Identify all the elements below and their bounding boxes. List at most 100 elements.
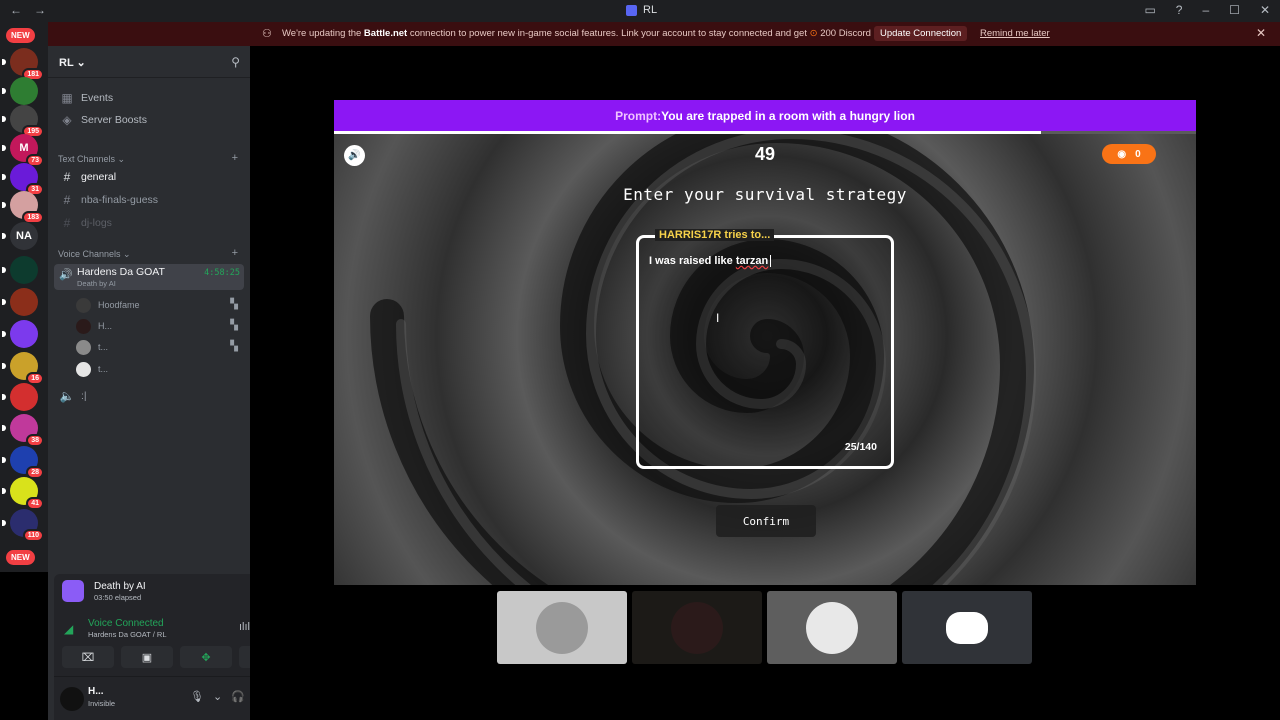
forward-icon[interactable]: →: [34, 3, 46, 17]
voice-user[interactable]: t... ▚: [76, 338, 244, 356]
server-icon[interactable]: 31: [2, 163, 44, 196]
speaker-icon: 🔊: [59, 269, 73, 281]
server-icon[interactable]: 181: [2, 48, 44, 81]
inbox-icon[interactable]: ▭: [1144, 3, 1155, 17]
strategy-heading: Enter your survival strategy: [623, 185, 907, 204]
eye-icon: ◉: [1117, 148, 1127, 160]
voice-connected-location[interactable]: Hardens Da GOAT / RL: [88, 630, 167, 639]
close-button[interactable]: ✕: [1260, 3, 1270, 17]
boost-icon: ◈: [62, 113, 72, 127]
signal-icon[interactable]: ◢: [64, 622, 73, 636]
new-badge: NEW: [6, 28, 35, 43]
update-connection-button[interactable]: Update Connection: [874, 26, 968, 41]
unread-indicator: [2, 267, 6, 273]
channel-sidebar: RL ⌄ ⚲ ▦ Events ◈ Server Boosts Text Cha…: [48, 46, 292, 720]
server-icon[interactable]: NA: [2, 222, 38, 250]
server-icon[interactable]: [2, 383, 38, 411]
minimize-button[interactable]: –: [1202, 3, 1209, 17]
remind-me-later-link[interactable]: Remind me later: [980, 28, 1050, 39]
voice-channel-timer: 4:58:25: [204, 268, 240, 278]
participant-tile[interactable]: [902, 591, 1032, 664]
channel-label: nba-finals-guess: [81, 194, 159, 206]
nav-buttons: ← →: [10, 3, 46, 17]
sidebar-item-server-boosts[interactable]: ◈ Server Boosts: [54, 110, 244, 130]
help-icon[interactable]: ?: [1176, 3, 1183, 17]
activity-icon: ▚: [230, 320, 238, 331]
camera-button[interactable]: ⌧: [62, 646, 114, 668]
unread-indicator: [2, 145, 6, 151]
server-icon[interactable]: 195: [2, 105, 44, 138]
invite-icon[interactable]: ⚲: [231, 55, 240, 69]
maximize-button[interactable]: ☐: [1229, 3, 1240, 17]
headphones-icon[interactable]: 🎧: [231, 690, 245, 703]
server-list: NEW NEW 181 195 M 73 31 183 NA 16 38 28 41 110: [0, 22, 48, 572]
server-icon[interactable]: 16: [2, 352, 44, 385]
voice-channel-name: Hardens Da GOAT: [77, 266, 165, 278]
text-cursor-icon: I: [716, 311, 720, 325]
voice-user[interactable]: Hoodfame ▚: [76, 296, 244, 314]
channel-dj-logs[interactable]: # dj-logs: [54, 213, 244, 233]
mention-badge: 110: [22, 529, 44, 542]
avatar: [671, 601, 723, 654]
voice-channel-hardens-da-goat[interactable]: 🔊 Hardens Da GOAT Death by AI 4:58:25: [54, 264, 244, 290]
guild-header[interactable]: RL ⌄ ⚲: [48, 46, 250, 78]
server-icon[interactable]: 38: [2, 414, 44, 447]
strategy-input[interactable]: HARRIS17R tries to... I was raised like …: [636, 229, 894, 469]
round-progress-bar: [334, 131, 1196, 134]
server-icon[interactable]: 41: [2, 477, 44, 510]
participant-tile[interactable]: [767, 591, 897, 664]
server-icon[interactable]: 183: [2, 191, 44, 224]
participant-tile[interactable]: [497, 591, 627, 664]
confirm-button[interactable]: Confirm: [716, 505, 816, 537]
sidebar-item-events[interactable]: ▦ Events: [54, 88, 244, 108]
server-icon[interactable]: [2, 256, 38, 284]
channel-label: :|: [81, 390, 87, 402]
voice-channel-extra[interactable]: 🔈 :|: [54, 386, 244, 406]
avatar: [536, 601, 588, 654]
user-avatar[interactable]: [60, 687, 84, 711]
activities-button[interactable]: ✥: [180, 646, 232, 668]
sidebar-item-label: Server Boosts: [81, 114, 147, 126]
window-controls: ▭ ? – ☐ ✕: [1144, 3, 1270, 17]
speaker-icon: 🔈: [59, 389, 75, 403]
avatar: [76, 361, 91, 377]
back-icon[interactable]: ←: [10, 3, 22, 17]
noise-suppression-icon[interactable]: ılıl: [239, 621, 250, 633]
new-badge-bottom: NEW: [6, 550, 35, 565]
reaction-counter[interactable]: ◉ 0: [1102, 144, 1156, 164]
countdown-timer: 49: [754, 144, 776, 164]
activity-stage: Prompt: You are trapped in a room with a…: [250, 46, 1280, 720]
server-icon[interactable]: [2, 77, 38, 105]
server-icon[interactable]: 110: [2, 509, 44, 542]
unread-indicator: [2, 202, 6, 208]
voice-connected-status[interactable]: Voice Connected: [88, 618, 164, 629]
voice-user[interactable]: H... ▚: [76, 317, 244, 335]
strategy-text[interactable]: I was raised like tarzan: [649, 255, 772, 268]
voice-user[interactable]: t...: [76, 360, 244, 378]
chevron-down-icon[interactable]: ⌄: [213, 690, 222, 703]
server-icon[interactable]: [2, 288, 38, 316]
unread-indicator: [2, 425, 6, 431]
text-channels-category[interactable]: Text Channels ⌄: [58, 154, 125, 165]
banner-close-icon[interactable]: ✕: [1256, 26, 1266, 40]
unread-indicator: [2, 299, 6, 305]
screen-share-button[interactable]: ▣: [121, 646, 173, 668]
add-text-channel-icon[interactable]: +: [232, 152, 238, 164]
user-name[interactable]: H...: [88, 686, 104, 697]
channel-nba-finals-guess[interactable]: # nba-finals-guess: [54, 190, 244, 210]
unread-indicator: [2, 520, 6, 526]
add-voice-channel-icon[interactable]: +: [232, 247, 238, 259]
microphone-icon[interactable]: 🎙: [190, 690, 204, 703]
activity-elapsed: 03:50 elapsed: [94, 593, 142, 602]
channel-label: general: [81, 171, 117, 183]
unread-indicator: [2, 233, 6, 239]
window-title: RL: [626, 4, 657, 16]
server-icon[interactable]: M 73: [2, 134, 44, 167]
server-icon[interactable]: 28: [2, 446, 44, 479]
server-icon[interactable]: [2, 320, 38, 348]
participant-tile[interactable]: [632, 591, 762, 664]
guild-name[interactable]: RL ⌄: [59, 56, 86, 69]
channel-general[interactable]: # general: [54, 167, 244, 187]
player-label: HARRIS17R tries to...: [655, 229, 775, 241]
voice-channels-category[interactable]: Voice Channels ⌄: [58, 249, 131, 260]
